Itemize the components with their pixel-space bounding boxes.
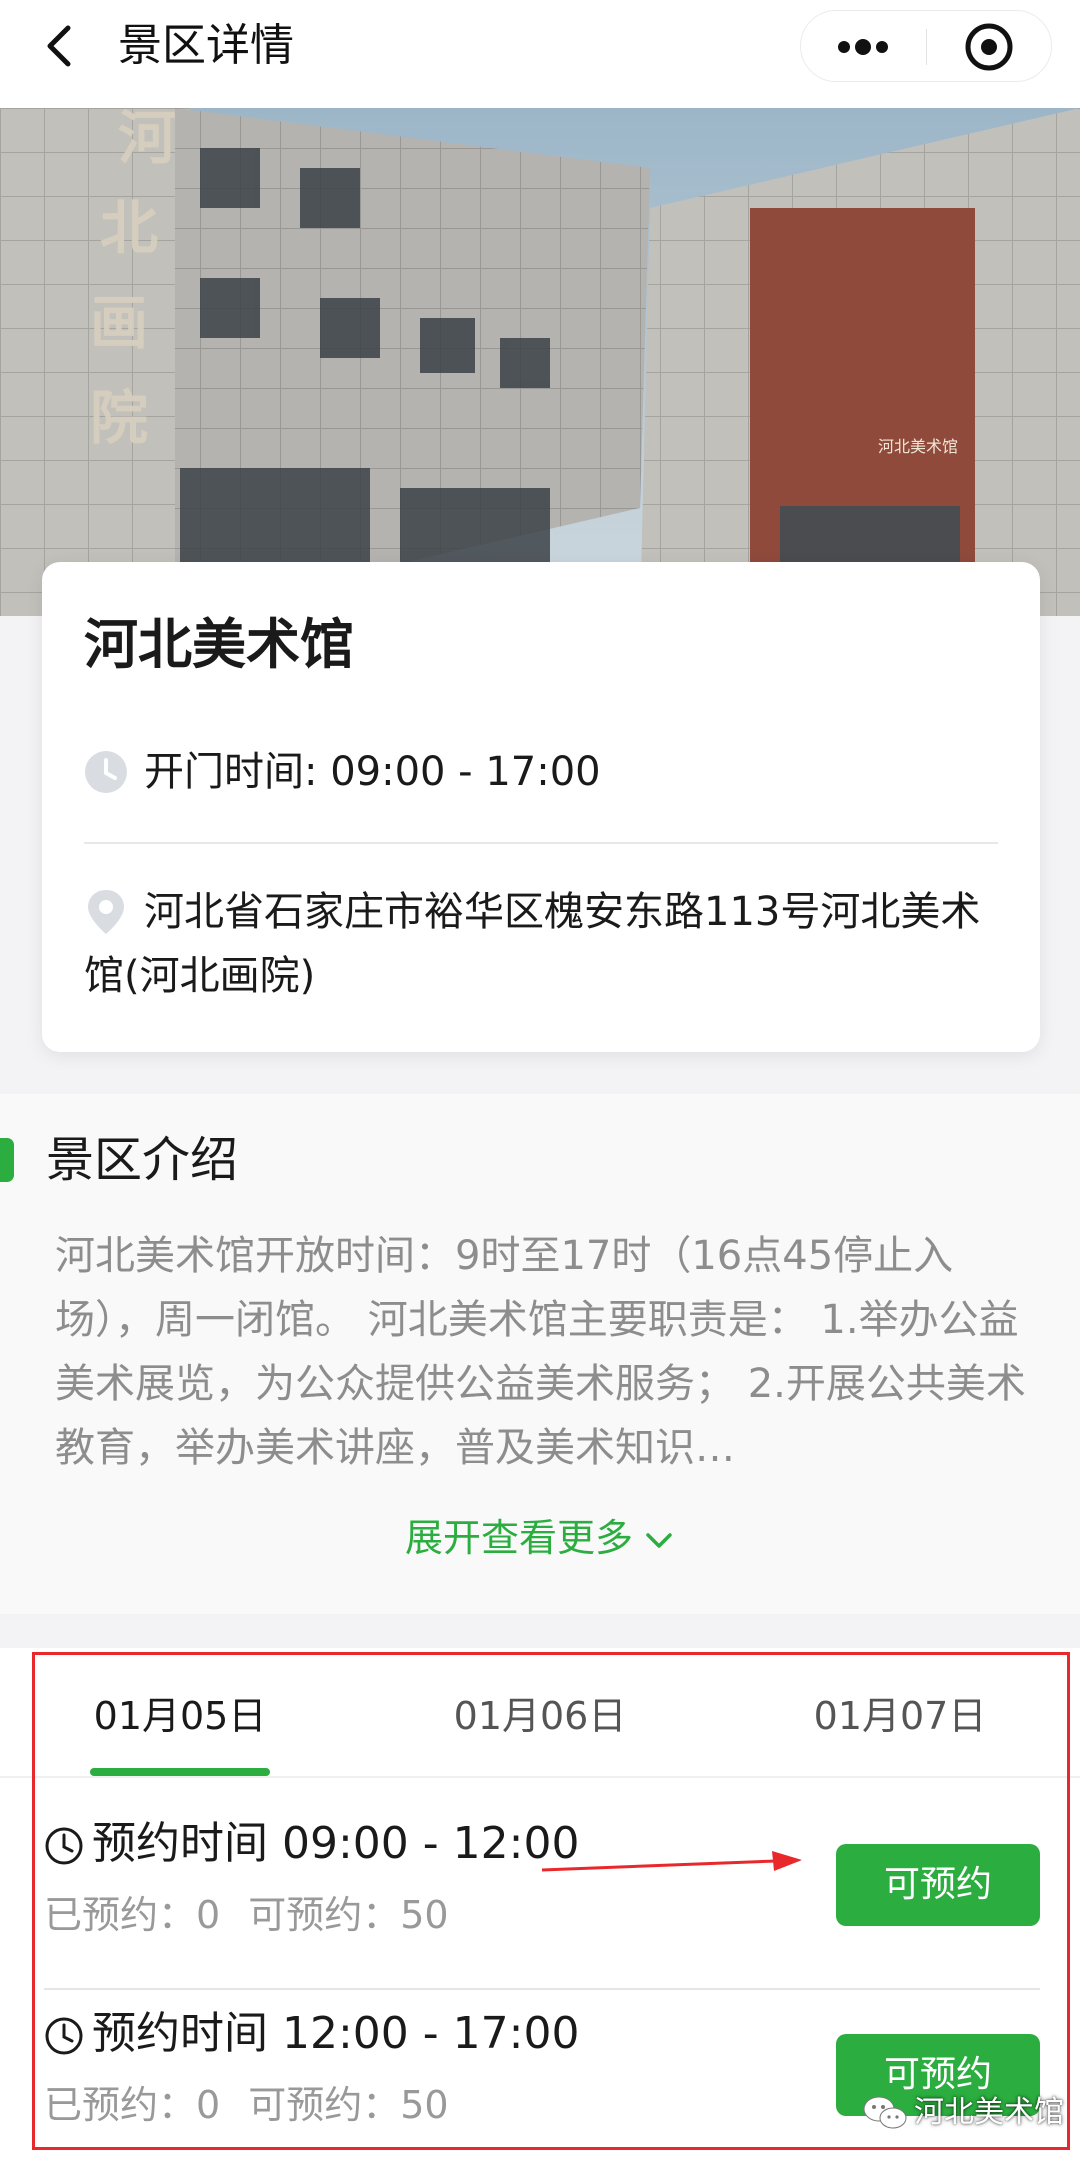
annotation-arrow-icon <box>540 1848 805 1878</box>
time-slot: 预约时间 09:00 - 12:00 已预约：0 可预约：50 可预约 <box>0 1798 1080 1988</box>
slot-stats: 已预约：0 可预约：50 <box>44 2076 449 2134</box>
booked-count: 已预约：0 <box>44 1893 221 1937</box>
tab-date-2[interactable]: 01月06日 <box>360 1688 720 1744</box>
opening-hours-text: 开门时间: 09:00 - 17:00 <box>144 749 601 795</box>
capsule-menu <box>800 10 1052 82</box>
divider <box>84 842 998 844</box>
clock-icon <box>84 750 128 794</box>
booking-section: 01月05日 01月06日 01月07日 预约时间 09:00 - 12:00 … <box>0 1648 1080 2158</box>
venue-name: 河北美术馆 <box>84 613 354 676</box>
tab-date-3[interactable]: 01月07日 <box>720 1688 1080 1744</box>
clock-icon <box>44 2016 84 2056</box>
chevron-down-icon <box>646 1532 672 1548</box>
chevron-left-icon[interactable] <box>34 18 90 74</box>
slot-stats: 已预约：0 可预约：50 <box>44 1886 449 1944</box>
svg-text:画: 画 <box>90 289 148 357</box>
svg-text:院: 院 <box>90 384 148 452</box>
section-accent-bar <box>0 1138 14 1182</box>
intro-title: 景区介绍 <box>46 1132 239 1188</box>
intro-section: 景区介绍 河北美术馆开放时间：9时至17时（16点45停止入场），周一闭馆。 河… <box>0 1094 1080 1614</box>
expand-more-button[interactable]: 展开查看更多 <box>0 1508 1080 1568</box>
slot-time: 预约时间 12:00 - 17:00 <box>92 2008 580 2059</box>
svg-text:河: 河 <box>118 108 176 172</box>
clock-icon <box>44 1826 84 1866</box>
date-tabs: 01月05日 01月06日 01月07日 <box>0 1648 1080 1778</box>
address-text[interactable]: 河北省石家庄市裕华区槐安东路113号河北美术馆(河北画院) <box>84 880 1014 1008</box>
intro-text: 河北美术馆开放时间：9时至17时（16点45停止入场），周一闭馆。 河北美术馆主… <box>55 1233 1026 1471</box>
divider <box>44 1988 1040 1990</box>
target-circle-icon[interactable] <box>927 11 1052 83</box>
slot-time: 预约时间 09:00 - 12:00 <box>92 1818 580 1869</box>
navbar: 景区详情 <box>0 0 1080 108</box>
available-count: 可预约：50 <box>248 1893 449 1937</box>
booked-count: 已预约：0 <box>44 2083 221 2127</box>
available-count: 可预约：50 <box>248 2083 449 2127</box>
active-tab-indicator <box>90 1768 270 1776</box>
wechat-icon <box>862 2094 908 2132</box>
watermark-text: 河北美术馆 <box>914 2095 1064 2130</box>
more-dots-icon[interactable] <box>801 11 926 83</box>
venue-info-card: 河北美术馆 开门时间: 09:00 - 17:00 河北省石家庄市裕华区槐安东路… <box>42 562 1040 1052</box>
svg-text:河北美术馆: 河北美术馆 <box>878 437 958 456</box>
expand-more-label: 展开查看更多 <box>404 1516 633 1560</box>
tab-date-1[interactable]: 01月05日 <box>0 1688 360 1744</box>
reserve-button[interactable]: 可预约 <box>836 1844 1040 1926</box>
museum-building-photo: 河 北 画 院 河北美术馆 <box>0 108 1080 616</box>
svg-text:北: 北 <box>100 194 158 262</box>
page-title: 景区详情 <box>118 20 294 71</box>
